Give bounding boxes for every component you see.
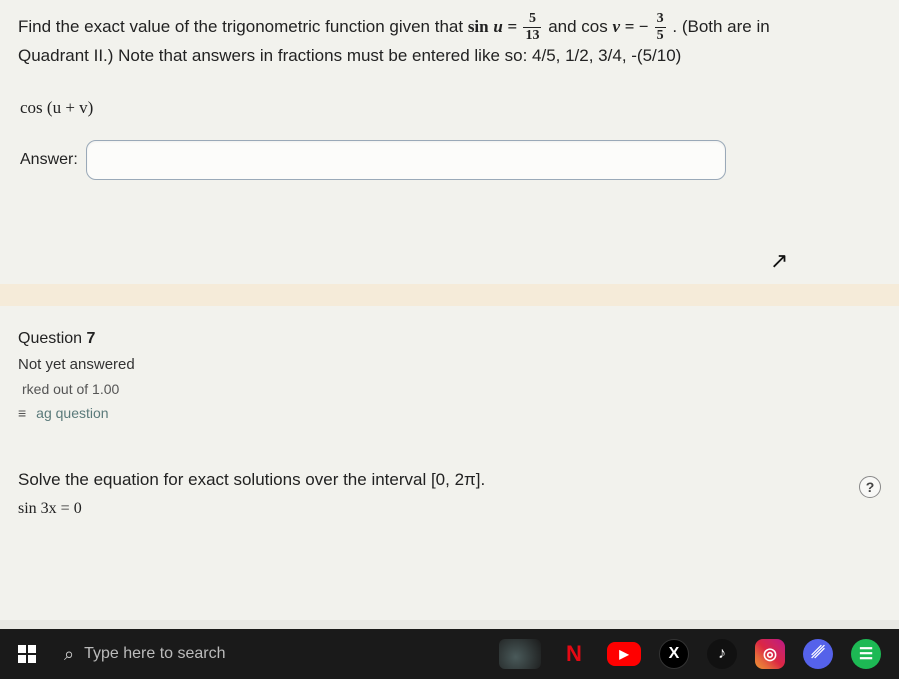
highlight-band <box>0 284 899 306</box>
question-number: Question 7 <box>18 330 881 348</box>
frac1-num: 5 <box>523 12 541 28</box>
expression-cos-u-plus-v: cos (u + v) <box>20 95 881 121</box>
discord-icon[interactable]: ␥ <box>803 639 833 669</box>
search-placeholder: Type here to search <box>84 645 225 663</box>
frac2-den: 5 <box>655 28 666 43</box>
search-icon: ⌕ <box>64 644 74 665</box>
equals-1: = <box>508 17 522 36</box>
help-button[interactable]: ? <box>859 476 881 498</box>
x-twitter-icon[interactable]: X <box>659 639 689 669</box>
weather-icon[interactable] <box>499 639 541 669</box>
text-between: and cos <box>548 17 612 36</box>
tiktok-icon[interactable]: ♪ <box>707 639 737 669</box>
q7-instruction: Solve the equation for exact solutions o… <box>18 470 881 490</box>
text-after: . (Both are in <box>672 17 769 36</box>
var-v: v <box>612 17 620 36</box>
question-marks: rked out of 1.00 <box>22 381 881 397</box>
frac2-num: 3 <box>655 12 666 28</box>
frac1-den: 13 <box>523 28 541 43</box>
list-icon: ≡ <box>18 405 26 421</box>
flag-question-link[interactable]: ag question <box>36 405 108 421</box>
question-number-value: 7 <box>86 330 95 347</box>
question-status: Not yet answered <box>18 356 881 373</box>
question-label-prefix: Question <box>18 330 86 347</box>
fraction-5-13: 5 13 <box>523 12 541 43</box>
problem-statement: Find the exact value of the trigonometri… <box>18 12 881 69</box>
spotify-icon[interactable]: ☰ <box>851 639 881 669</box>
netflix-icon[interactable]: N <box>559 639 589 669</box>
windows-icon <box>18 645 36 663</box>
question-7-body: Solve the equation for exact solutions o… <box>0 470 899 518</box>
answer-label: Answer: <box>20 148 78 172</box>
mouse-cursor-icon: ↖ <box>770 248 788 274</box>
answer-input[interactable] <box>86 140 726 180</box>
var-u: u <box>493 17 502 36</box>
equals-minus: = − <box>625 17 653 36</box>
fraction-3-5: 3 5 <box>655 12 666 43</box>
question-7-header: Question 7 Not yet answered rked out of … <box>0 318 899 421</box>
taskbar-tray: N ▶ X ♪ ◎ ␥ ☰ <box>499 639 889 669</box>
q7-equation: sin 3x = 0 <box>18 500 881 518</box>
youtube-icon[interactable]: ▶ <box>607 642 641 666</box>
sin-label: sin <box>468 17 489 36</box>
taskbar-search[interactable]: ⌕ Type here to search <box>56 636 316 672</box>
windows-taskbar: ⌕ Type here to search N ▶ X ♪ ◎ ␥ ☰ <box>0 629 899 679</box>
text-leadin: Find the exact value of the trigonometri… <box>18 17 468 36</box>
instagram-icon[interactable]: ◎ <box>755 639 785 669</box>
problem-line2: Quadrant II.) Note that answers in fract… <box>18 43 881 69</box>
start-button[interactable] <box>10 637 44 671</box>
